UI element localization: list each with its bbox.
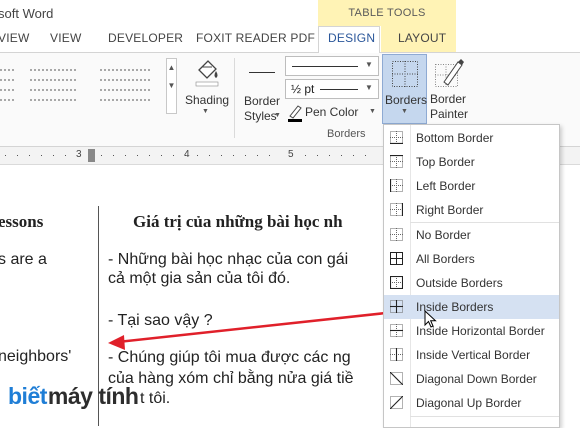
menu-separator (410, 416, 559, 417)
menu-item-label: Inside Vertical Border (416, 348, 531, 362)
menu-item-label: No Border (416, 228, 471, 242)
menu-item-label: Top Border (416, 155, 475, 169)
bottom-border-icon (390, 131, 403, 144)
menu-item-left-border[interactable]: Left Border (384, 174, 559, 198)
top-border-icon (390, 155, 403, 168)
menu-item-diagonal-up-border[interactable]: Diagonal Up Border (384, 391, 559, 415)
watermark-part2: máy tính (47, 383, 139, 409)
menu-item-label: Diagonal Down Border (416, 372, 537, 386)
inside-borders-icon (390, 300, 403, 313)
menu-item-label: Diagonal Up Border (416, 396, 522, 410)
mouse-cursor-icon (424, 310, 437, 328)
inside-horizontal-border-icon (390, 324, 403, 337)
menu-item-right-border[interactable]: Right Border (384, 198, 559, 222)
menu-item-top-border[interactable]: Top Border (384, 150, 559, 174)
menu-item-inside-vertical-border[interactable]: Inside Vertical Border (384, 343, 559, 367)
diagonal-down-border-icon (390, 372, 403, 385)
borders-dropdown-menu: Bottom Border Top Border Left Border Rig… (383, 124, 560, 428)
menu-item-label: Right Border (416, 203, 484, 217)
menu-item-all-borders[interactable]: All Borders (384, 247, 559, 271)
menu-item-inside-borders[interactable]: Inside Borders (384, 295, 559, 319)
outside-borders-icon (390, 276, 403, 289)
no-border-icon (390, 228, 403, 241)
inside-vertical-border-icon (390, 348, 403, 361)
all-borders-icon (390, 252, 403, 265)
menu-item-label: Bottom Border (416, 131, 494, 145)
diagonal-up-border-icon (390, 396, 403, 409)
menu-item-label: All Borders (416, 252, 475, 266)
right-border-icon (390, 203, 403, 216)
menu-item-inside-horizontal-border[interactable]: Inside Horizontal Border (384, 319, 559, 343)
left-border-icon (390, 179, 403, 192)
menu-item-bottom-border[interactable]: Bottom Border (384, 126, 559, 150)
menu-item-outside-borders[interactable]: Outside Borders (384, 271, 559, 295)
watermark-logo: biếtmáy tính (8, 383, 139, 410)
menu-item-diagonal-down-border[interactable]: Diagonal Down Border (384, 367, 559, 391)
menu-item-label: Outside Borders (416, 276, 503, 290)
menu-item-label: Left Border (416, 179, 476, 193)
watermark-part1: biết (8, 383, 47, 409)
menu-item-no-border[interactable]: No Border (384, 223, 559, 247)
